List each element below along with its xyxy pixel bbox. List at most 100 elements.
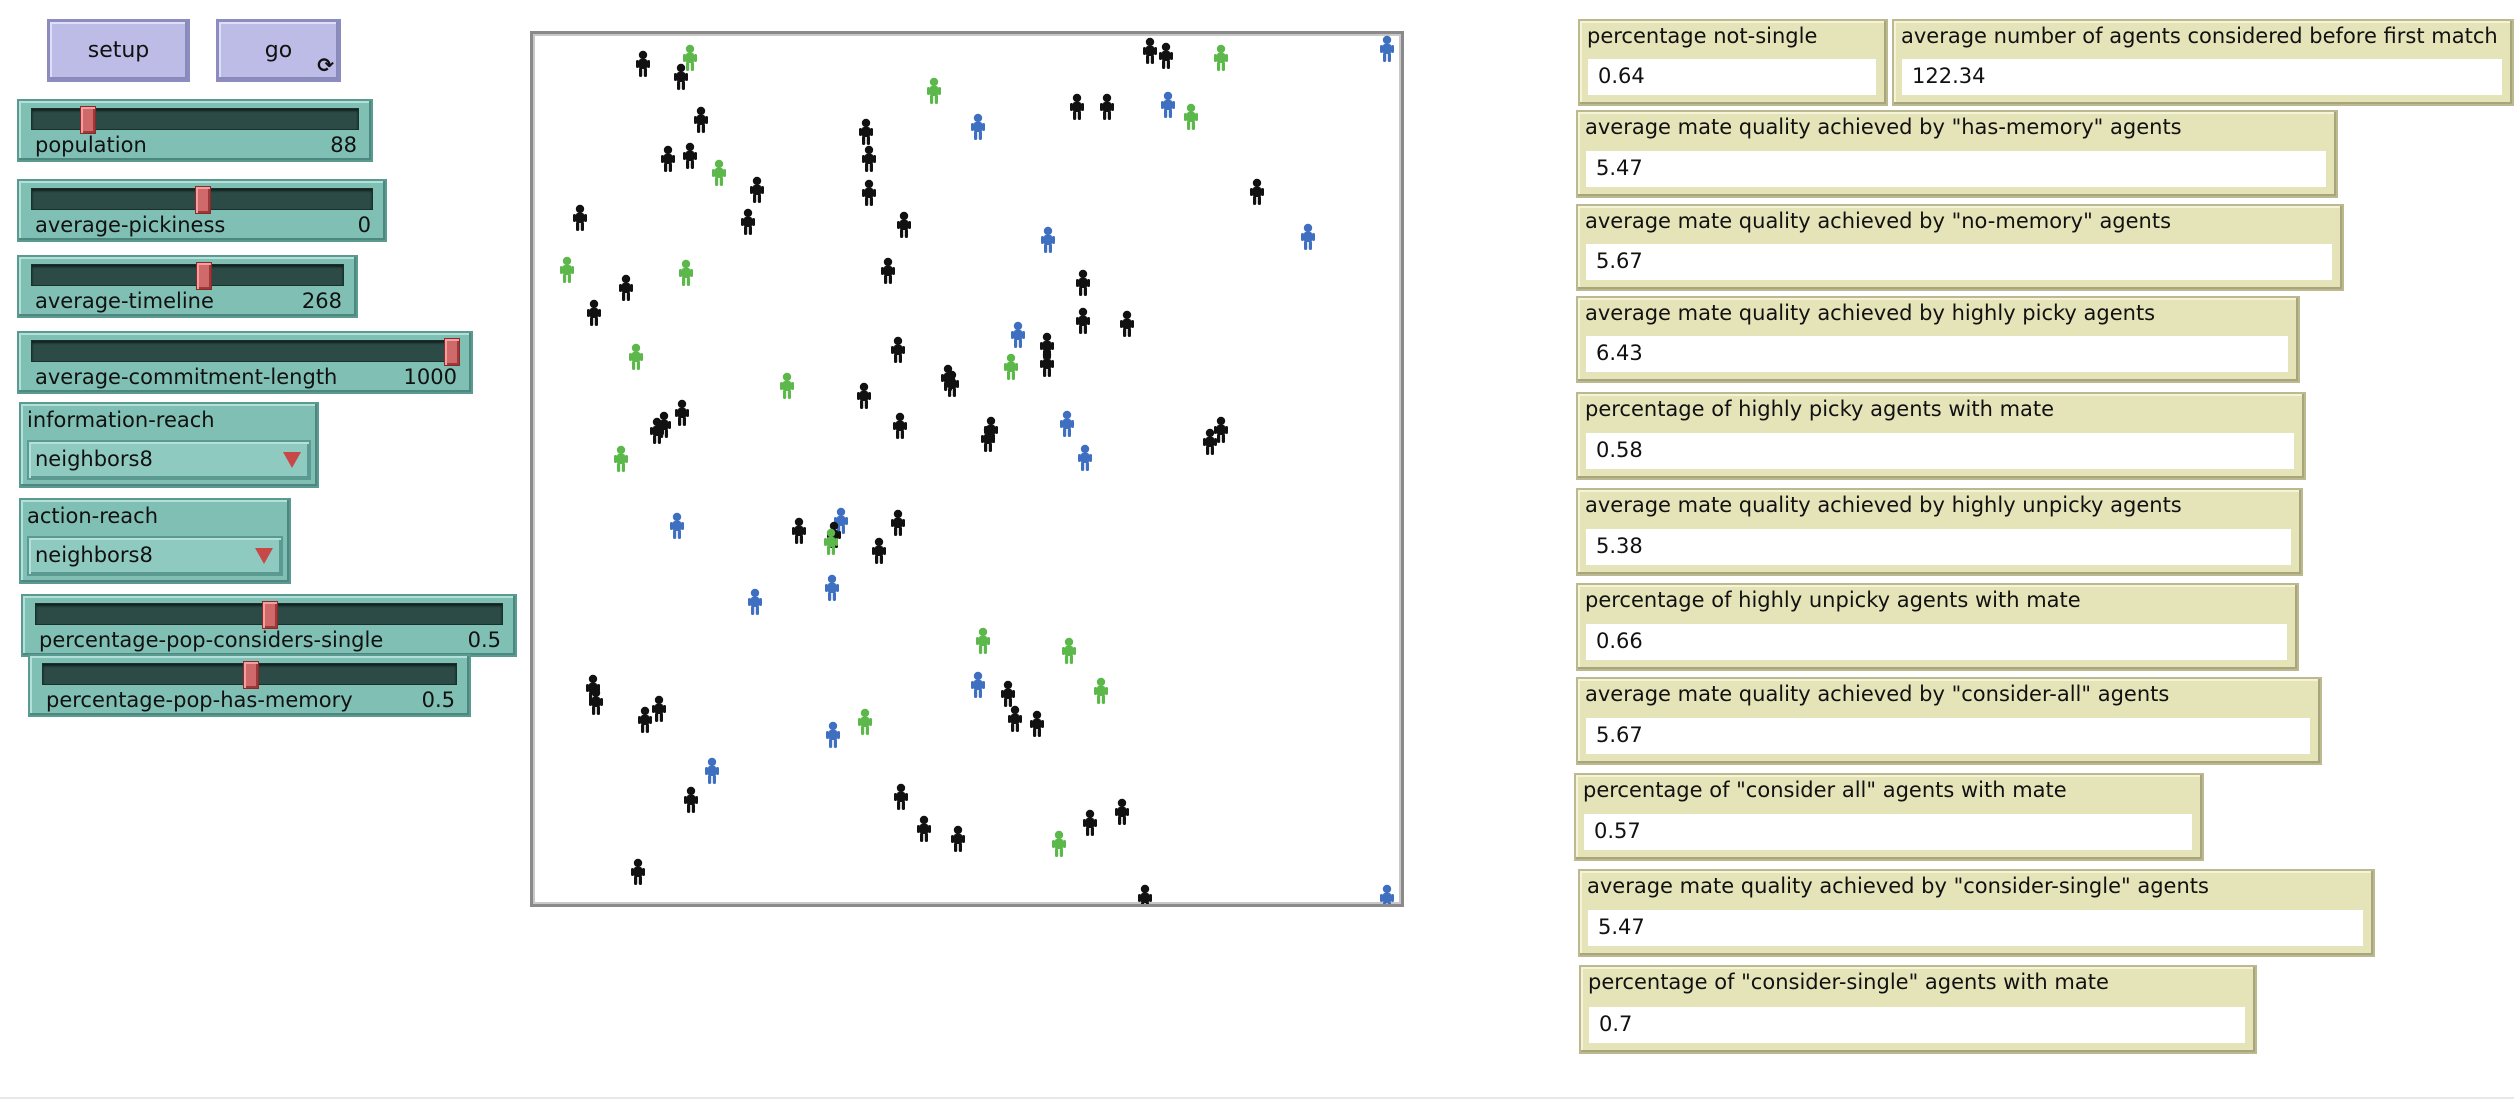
monitor-value: 5.67	[1596, 723, 1643, 747]
slider-track[interactable]	[31, 262, 344, 290]
percentage-pop-considers-single-slider[interactable]: percentage-pop-considers-single 0.5	[21, 594, 517, 657]
agent-person-icon	[670, 512, 684, 539]
chooser-label: action-reach	[27, 504, 159, 528]
slider-label: average-timeline	[35, 289, 214, 313]
agent-person-icon	[859, 118, 873, 145]
slider-label: population	[35, 133, 147, 157]
agent-person-icon	[917, 815, 931, 842]
chooser-value: neighbors8	[35, 543, 153, 567]
average-pickiness-slider[interactable]: average-pickiness 0	[17, 179, 387, 242]
slider-thumb[interactable]	[242, 661, 259, 689]
setup-button[interactable]: setup	[47, 19, 190, 82]
agent-person-icon	[684, 786, 698, 813]
chooser-label: information-reach	[27, 408, 215, 432]
dropdown-arrow-icon[interactable]	[283, 452, 301, 468]
agent-person-icon	[927, 77, 941, 104]
slider-track[interactable]	[31, 338, 460, 366]
dropdown-arrow-icon[interactable]	[255, 548, 273, 564]
monitor-label: percentage of "consider-single" agents w…	[1588, 970, 2109, 994]
go-button[interactable]: go ⟳	[216, 19, 341, 82]
monitor-value-box: 5.67	[1586, 718, 2310, 754]
agent-person-icon	[1062, 637, 1076, 664]
agent-person-icon	[1143, 37, 1157, 64]
agent-person-icon	[748, 588, 762, 615]
agent-person-icon	[1041, 226, 1055, 253]
chooser-value: neighbors8	[35, 447, 153, 471]
average-commitment-length-slider[interactable]: average-commitment-length 1000	[17, 331, 473, 394]
slider-value: 0.5	[467, 628, 501, 652]
agent-person-icon	[694, 106, 708, 133]
agent-person-icon	[652, 695, 666, 722]
agent-person-icon	[683, 44, 697, 71]
population-slider[interactable]: population 88	[17, 99, 373, 162]
agent-person-icon	[1060, 410, 1074, 437]
agent-person-icon	[705, 757, 719, 784]
monitor-value-box: 6.43	[1586, 336, 2288, 372]
agent-person-icon	[1214, 44, 1228, 71]
monitor-label: average number of agents considered befo…	[1901, 24, 2498, 48]
slider-label: average-commitment-length	[35, 365, 338, 389]
slider-thumb[interactable]	[262, 601, 278, 629]
agent-person-icon	[1120, 310, 1134, 337]
agent-person-icon	[573, 204, 587, 231]
monitor-value: 5.38	[1596, 534, 1643, 558]
monitor-quality-no-memory: average mate quality achieved by "no-mem…	[1576, 204, 2344, 291]
monitor-label: average mate quality achieved by "consid…	[1587, 874, 2209, 898]
agent-person-icon	[636, 50, 650, 77]
monitor-value-box: 5.67	[1586, 244, 2332, 280]
monitor-value-box: 122.34	[1902, 59, 2502, 95]
world-view[interactable]	[530, 31, 1404, 907]
monitor-label: percentage of highly unpicky agents with…	[1585, 588, 2081, 612]
slider-track[interactable]	[35, 601, 503, 629]
chooser-select[interactable]: neighbors8	[27, 536, 283, 576]
action-reach-chooser[interactable]: action-reach neighbors8	[19, 498, 291, 584]
information-reach-chooser[interactable]: information-reach neighbors8	[19, 402, 319, 488]
monitor-avg-agents-considered: average number of agents considered befo…	[1892, 19, 2514, 106]
percentage-pop-has-memory-slider[interactable]: percentage-pop-has-memory 0.5	[28, 654, 471, 717]
monitor-label: average mate quality achieved by "no-mem…	[1585, 209, 2172, 233]
monitor-pct-consider-all: percentage of "consider all" agents with…	[1574, 773, 2204, 861]
setup-button-label: setup	[87, 38, 150, 63]
agent-person-icon	[857, 382, 871, 409]
monitor-label: average mate quality achieved by highly …	[1585, 493, 2182, 517]
slider-label: percentage-pop-considers-single	[39, 628, 384, 652]
monitor-quality-highly-picky: average mate quality achieved by highly …	[1576, 296, 2300, 383]
agent-person-icon	[1030, 710, 1044, 737]
monitor-value-box: 0.58	[1586, 433, 2294, 469]
agent-person-icon	[1161, 91, 1175, 118]
agent-person-icon	[872, 537, 886, 564]
slider-thumb[interactable]	[195, 186, 211, 214]
slider-thumb[interactable]	[444, 338, 460, 366]
agent-person-icon	[619, 274, 633, 301]
monitor-quality-consider-single: average mate quality achieved by "consid…	[1578, 869, 2375, 957]
slider-track[interactable]	[31, 186, 373, 214]
agent-person-icon	[1184, 103, 1198, 130]
slider-track[interactable]	[42, 661, 457, 689]
slider-track[interactable]	[31, 106, 359, 134]
agent-person-icon	[661, 145, 675, 172]
agent-person-icon	[894, 783, 908, 810]
monitor-label: average mate quality achieved by "consid…	[1585, 682, 2170, 706]
agent-person-icon	[1094, 677, 1108, 704]
slider-label: percentage-pop-has-memory	[46, 688, 353, 712]
monitor-value: 5.47	[1596, 156, 1643, 180]
monitor-quality-consider-all: average mate quality achieved by "consid…	[1576, 677, 2322, 765]
monitor-value-box: 0.57	[1584, 814, 2192, 850]
slider-thumb[interactable]	[80, 106, 97, 134]
agent-person-icon	[862, 179, 876, 206]
agent-person-icon	[1250, 178, 1264, 205]
slider-value: 88	[330, 133, 357, 157]
slider-thumb[interactable]	[196, 262, 213, 290]
monitor-label: percentage of "consider all" agents with…	[1583, 778, 2067, 802]
agent-person-icon	[560, 256, 574, 283]
agent-person-icon	[862, 145, 876, 172]
agent-person-icon	[881, 257, 895, 284]
monitor-label: average mate quality achieved by "has-me…	[1585, 115, 2182, 139]
monitor-quality-highly-unpicky: average mate quality achieved by highly …	[1576, 488, 2303, 576]
monitor-label: percentage of highly picky agents with m…	[1585, 397, 2055, 421]
average-timeline-slider[interactable]: average-timeline 268	[17, 255, 358, 318]
agent-person-icon	[1115, 798, 1129, 825]
agent-person-icon	[614, 445, 628, 472]
monitor-value: 0.64	[1598, 64, 1645, 88]
chooser-select[interactable]: neighbors8	[27, 440, 311, 480]
